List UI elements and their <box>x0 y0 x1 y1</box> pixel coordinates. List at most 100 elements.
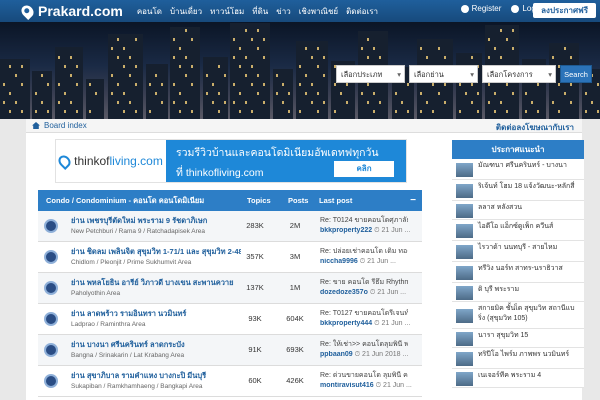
posts-count: 2M <box>289 221 301 230</box>
forum-read-icon <box>44 343 58 357</box>
forum-row: ย่าน ชิดลม เพลินจิต สุขุมวิท 1-71/1 และ … <box>38 242 422 273</box>
property-search-bar: เลือกประเภท เลือกย่าน เลือกโครงการ Searc… <box>336 65 592 84</box>
listing-title: ริเจ้นท์ โฮม 18 แจ้งวัฒนะ-หลักสี่ <box>478 183 575 190</box>
forum-description: Ladprao / Raminthra Area <box>71 321 146 328</box>
posts-column-header: Posts <box>288 196 309 205</box>
forum-header: Condo / Condominium - คอนโด คอนโดมิเนียม… <box>38 190 422 211</box>
forum-description: Bangna / Srinakarin / Lat Krabang Area <box>71 352 185 359</box>
last-post-title-link[interactable]: Re: T0124 ขายคอนโดศุภาลัย <box>320 215 408 226</box>
forum-name-link[interactable]: ย่าน บางนา ศรีนครินทร์ ลาดกระบัง <box>71 339 241 351</box>
posts-count: 3M <box>289 252 301 261</box>
listing-thumbnail <box>456 204 473 218</box>
sidebar-listing[interactable]: ทริปีโอ ไพร์ม ภาพพร นวมินทร์ <box>452 348 584 369</box>
banner-line-1: รวมรีวิวบ้านและคอนโดมิเนียมอัพเดทฟทุกวัน <box>176 147 379 159</box>
forum-row: ย่าน ลาดพร้าว รามอินทรา นวมินทร์ Ladprao … <box>38 304 422 335</box>
listing-title: ลลาส หลังสวน <box>478 204 523 211</box>
last-post-title-link[interactable]: Re: ด่วนขายคอนโด ลุมพินี คลองตัน <box>320 370 408 381</box>
sidebar-listing[interactable]: ดิ บุรี พระราม <box>452 283 584 302</box>
nav-item-house[interactable]: บ้านเดี่ยว <box>170 5 202 18</box>
listing-title: ไรวาด้า นนทบุรี - สายไหม <box>478 244 558 251</box>
last-post-date: ⏱ 21 Jun ... <box>359 258 396 265</box>
last-post-author-link[interactable]: bkkproperty444 <box>320 320 372 327</box>
auth-links: Register Login <box>451 4 542 13</box>
topics-count: 60K <box>248 376 262 385</box>
last-post-title-link[interactable]: Re: ให้เช่า>> คอนโดลุมพินี พาร์ค <box>320 339 408 350</box>
topics-count: 137K <box>246 283 264 292</box>
nav-item-contact[interactable]: ติดต่อเรา <box>346 5 378 18</box>
brand-name: Prakard.com <box>38 3 123 19</box>
sidebar-listing[interactable]: ลลาส หลังสวน <box>452 201 584 220</box>
forum-name-link[interactable]: ย่าน เพชรบุรีตัดใหม่ พระราม 9 รัชดาภิเษก <box>71 215 241 227</box>
listing-title: ไอดีโอ แอ็กซ์ดูเพ็ก ควีนส์ <box>478 223 554 230</box>
last-post-author-link[interactable]: dozedoze357o <box>320 289 368 296</box>
nav-item-townhome[interactable]: ทาวน์โฮม <box>210 5 244 18</box>
last-post-meta: bkkproperty222 ⏱ 21 Jun ... <box>320 227 418 235</box>
map-pin-icon <box>19 2 36 20</box>
recommended-sidebar: ประกาศแนะนำ มัณฑนา ศรีนครินทร์ - บางนา ริ… <box>452 140 584 400</box>
forum-name-link[interactable]: ย่าน ลาดพร้าว รามอินทรา นวมินทร์ <box>71 308 241 320</box>
forum-name-link[interactable]: ย่าน ชิดลม เพลินจิต สุขุมวิท 1-71/1 และ … <box>71 246 241 258</box>
last-post-author-link[interactable]: montiravisut416 <box>320 382 374 389</box>
type-select[interactable]: เลือกประเภท <box>336 65 405 84</box>
forum-description: Paholyothin Area <box>71 290 121 297</box>
nav-item-land[interactable]: ที่ดิน <box>252 5 268 18</box>
sidebar-listing[interactable]: ไอดีโอ แอ็กซ์ดูเพ็ก ควีนส์ <box>452 220 584 241</box>
sidebar-listing[interactable]: เนเจอร์ทีค พระราม 4 <box>452 369 584 388</box>
last-post-meta: niccha9996 ⏱ 21 Jun ... <box>320 258 418 266</box>
nav-item-condo[interactable]: คอนโด <box>137 5 162 18</box>
topics-column-header: Topics <box>247 196 271 205</box>
banner-click-button[interactable]: คลิก <box>334 161 394 177</box>
sidebar-listing[interactable]: นารา สุขุมวิท 15 <box>452 329 584 348</box>
area-select[interactable]: เลือกย่าน <box>409 65 478 84</box>
last-post-meta: montiravisut416 ⏱ 21 Jun ... <box>320 382 418 390</box>
listing-title: ทรีวิง นอร์ท สาทร-นราธิวาส <box>478 265 563 272</box>
last-post-title-link[interactable]: Re: ปล่อยเช่าคอนโด เดิม ทองหล่อ <box>320 246 408 257</box>
topics-count: 93K <box>248 314 262 323</box>
last-post-title-link[interactable]: Re: T0127 ขายคอนโดรีเจนท์ <box>320 308 408 319</box>
forum-name-link[interactable]: ย่าน พหลโยธิน อารีย์ วิภาวดี บางเขน สะพา… <box>71 277 241 289</box>
forum-category-title[interactable]: Condo / Condominium - คอนโด คอนโดมิเนียม <box>46 195 204 207</box>
register-link[interactable]: Register <box>460 4 501 13</box>
last-post-meta: dozedoze357o ⏱ 21 Jun ... <box>320 289 418 297</box>
banner-ad-text: รวมรีวิวบ้านและคอนโดมิเนียมอัพเดทฟทุกวัน… <box>166 140 406 182</box>
last-post-date: ⏱ 21 Jun ... <box>375 382 412 389</box>
project-select[interactable]: เลือกโครงการ <box>482 65 556 84</box>
last-post-author-link[interactable]: bkkproperty222 <box>320 227 372 234</box>
listing-thumbnail <box>456 245 473 259</box>
last-post-title-link[interactable]: Re: ขาย คอนโด รีธึม Rhythm <box>320 277 408 288</box>
last-post-date: ⏱ 21 Jun ... <box>369 289 407 296</box>
sidebar-listing[interactable]: ริเจ้นท์ โฮม 18 แจ้งวัฒนะ-หลักสี่ <box>452 180 584 201</box>
listing-thumbnail <box>456 266 473 280</box>
last-post-author-link[interactable]: niccha9996 <box>320 258 358 265</box>
forum-name-link[interactable]: ย่าน สุขาภิบาล รามคำแหง บางกะปิ มีนบุรี <box>71 370 241 382</box>
top-navbar: Prakard.com คอนโด บ้านเดี่ยว ทาวน์โฮม ที… <box>0 0 600 22</box>
sidebar-listing[interactable]: ทรีวิง นอร์ท สาทร-นราธิวาส <box>452 262 584 283</box>
forum-description: New Petchburi / Rama 9 / Ratchadapisek A… <box>71 228 206 235</box>
last-post-column-header: Last post <box>319 196 353 205</box>
listing-title: นารา สุขุมวิท 15 <box>478 332 529 339</box>
post-free-button[interactable]: ลงประกาศฟรี <box>533 3 596 18</box>
site-logo[interactable]: Prakard.com <box>19 2 123 20</box>
forum-read-icon <box>44 374 58 388</box>
listing-thumbnail <box>456 163 473 177</box>
forum-row: ย่าน พหลโยธิน อารีย์ วิภาวดี บางเขน สะพา… <box>38 273 422 304</box>
collapse-icon[interactable]: − <box>410 195 416 206</box>
location-pin-icon <box>56 152 74 170</box>
forum-row: ย่าน บางนา ศรีนครินทร์ ลาดกระบัง Bangna /… <box>38 335 422 366</box>
last-post-date: ⏱ 21 Jun ... <box>374 227 411 234</box>
forum-row: ย่าน สุขาภิบาล รามคำแหง บางกะปิ มีนบุรี S… <box>38 366 422 397</box>
nav-item-commercial[interactable]: เชิงพาณิชย์ <box>299 5 338 18</box>
listing-title: ทริปีโอ ไพร์ม ภาพพร นวมินทร์ <box>478 351 570 358</box>
forum-row: ย่าน เพชรบุรีตัดใหม่ พระราม 9 รัชดาภิเษก… <box>38 211 422 242</box>
nav-item-news[interactable]: ข่าว <box>276 5 290 18</box>
thinkofliving-banner[interactable]: thinkof living.com รวมรีวิวบ้านและคอนโดมิ… <box>55 139 407 183</box>
sidebar-listing[interactable]: ไรวาด้า นนทบุรี - สายไหม <box>452 241 584 262</box>
sidebar-listing[interactable]: สกายมิค ชั้นเ็ด สุขุมวิท สถานีแบริ่ง (สุ… <box>452 302 584 329</box>
sidebar-listing[interactable]: มัณฑนา ศรีนครินทร์ - บางนา <box>452 159 584 180</box>
search-button[interactable]: Search <box>560 65 592 83</box>
board-index-link[interactable]: Board index <box>32 121 87 130</box>
forum-read-icon <box>44 312 58 326</box>
posts-count: 1M <box>289 283 301 292</box>
last-post-author-link[interactable]: ppbaan09 <box>320 351 353 358</box>
forum-rows: ย่าน เพชรบุรีตัดใหม่ พระราม 9 รัชดาภิเษก… <box>38 211 422 397</box>
